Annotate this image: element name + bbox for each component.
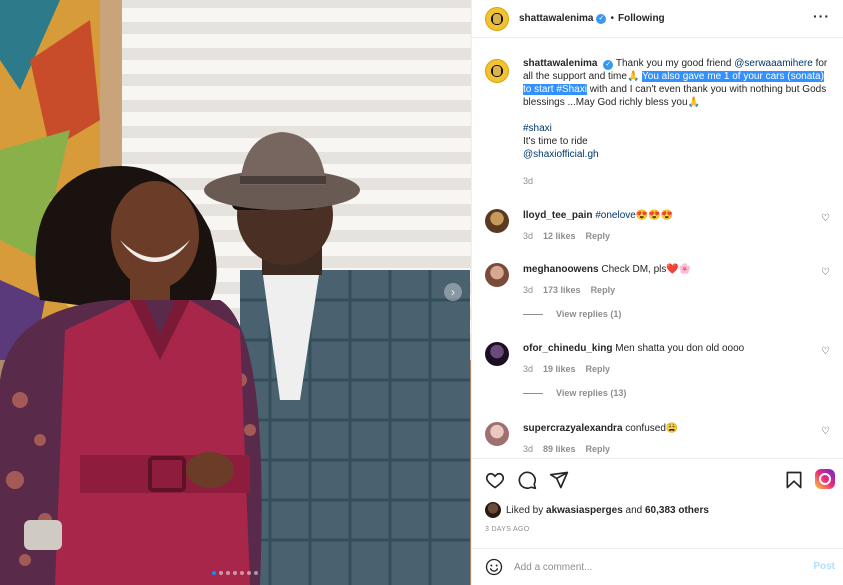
comment-body: Check DM, pls	[601, 264, 667, 275]
comment-time[interactable]: 3d	[523, 444, 533, 454]
comment-hashtag[interactable]: #onelove	[595, 210, 636, 221]
comment-item: ofor_chinedu_king Men shatta you don old…	[485, 342, 830, 398]
comment-like-heart-icon[interactable]: ♡	[821, 267, 830, 278]
add-comment-bar: Post	[472, 548, 843, 585]
comment-likes[interactable]: 19 likes	[543, 364, 576, 374]
caption-avatar[interactable]	[485, 59, 509, 83]
comment-time[interactable]: 3d	[523, 285, 533, 295]
post-comment-button[interactable]: Post	[813, 561, 835, 572]
reply-button[interactable]: Reply	[591, 285, 616, 295]
author-avatar[interactable]	[485, 6, 509, 31]
verified-badge-icon: ✓	[603, 60, 614, 70]
liked-by-count[interactable]: 60,383 others	[645, 505, 709, 516]
carousel-dot	[240, 571, 244, 575]
commenter-avatar[interactable]	[485, 209, 509, 233]
liked-by-and: and	[625, 504, 643, 516]
comment-body: confused	[625, 423, 666, 434]
view-replies-button[interactable]: View replies (1)	[523, 309, 830, 319]
post-side-panel: shattawalenima ✓ • Following ··· shattaw…	[471, 0, 843, 585]
commenter-username[interactable]: meghanoowens	[523, 264, 599, 275]
reply-button[interactable]: Reply	[586, 231, 611, 241]
bookmark-icon[interactable]	[784, 470, 804, 490]
carousel-dots	[212, 571, 258, 575]
commenter-username[interactable]: lloyd_tee_pain	[523, 210, 592, 221]
comment-text: lloyd_tee_pain #onelove😍😍😍	[523, 209, 830, 222]
carousel-next-button[interactable]: ›	[444, 283, 462, 301]
comment-like-heart-icon[interactable]: ♡	[821, 426, 830, 437]
more-horizontal-icon[interactable]: ···	[813, 9, 830, 23]
paper-plane-icon[interactable]	[549, 470, 569, 490]
caption-text: shattawalenima ✓ Thank you my good frien…	[523, 57, 835, 161]
post-caption: shattawalenima ✓ Thank you my good frien…	[485, 57, 835, 186]
post-actions: Liked by akwasiasperges and 60,383 other…	[472, 458, 843, 548]
action-icons	[485, 470, 569, 490]
comment-body: Men shatta you don old oooo	[615, 343, 745, 354]
comment-time[interactable]: 3d	[523, 364, 533, 374]
caption-mention-2[interactable]: @shaxiofficial.gh	[523, 149, 599, 160]
commenter-username[interactable]: supercrazyalexandra	[523, 423, 623, 434]
comment-emoji: 😩	[665, 423, 679, 434]
replies-divider	[523, 392, 543, 394]
caption-line-2: It's time to ride	[523, 136, 588, 147]
liked-by: Liked by akwasiasperges and 60,383 other…	[485, 502, 709, 518]
liker-avatar[interactable]	[485, 502, 501, 518]
view-replies-label[interactable]: View replies (1)	[556, 309, 621, 319]
comment-item: lloyd_tee_pain #onelove😍😍😍 3d 12 likes R…	[485, 209, 830, 241]
carousel-dot	[212, 571, 216, 575]
comment-input[interactable]	[514, 561, 794, 573]
comment-text: meghanoowens Check DM, pls❤️🌸	[523, 263, 830, 276]
comment-like-heart-icon[interactable]: ♡	[821, 346, 830, 357]
reply-button[interactable]: Reply	[586, 444, 611, 454]
post-photo[interactable]: ›	[0, 0, 471, 585]
comment-text: supercrazyalexandra confused😩	[523, 422, 830, 435]
carousel-dot	[247, 571, 251, 575]
replies-divider	[523, 313, 543, 315]
post-header: shattawalenima ✓ • Following ···	[472, 0, 843, 38]
carousel-dot	[219, 571, 223, 575]
comments-scroll-area[interactable]: shattawalenima ✓ Thank you my good frien…	[472, 39, 843, 458]
caption-username[interactable]: shattawalenima	[523, 58, 597, 69]
comment-likes[interactable]: 173 likes	[543, 285, 581, 295]
comment-meta: 3d 19 likes Reply	[523, 364, 830, 374]
carousel-dot	[233, 571, 237, 575]
caption-mention-1[interactable]: @serwaaamihere	[734, 58, 813, 69]
author-username[interactable]: shattawalenima	[519, 13, 593, 24]
view-replies-button[interactable]: View replies (13)	[523, 388, 830, 398]
caption-timestamp[interactable]: 3d	[523, 176, 835, 186]
following-button[interactable]: Following	[618, 13, 665, 24]
caption-part-1: Thank you my good friend	[615, 58, 735, 69]
comment-emoji: ❤️🌸	[666, 264, 692, 275]
heart-icon[interactable]	[485, 470, 505, 490]
app-badge-icon[interactable]	[815, 469, 835, 489]
header-separator: •	[610, 13, 614, 24]
comment-likes[interactable]: 12 likes	[543, 231, 576, 241]
comment-time[interactable]: 3d	[523, 231, 533, 241]
comment-meta: 3d 173 likes Reply	[523, 285, 830, 295]
liked-by-user[interactable]: akwasiasperges	[546, 505, 623, 516]
carousel-dot	[254, 571, 258, 575]
view-replies-label[interactable]: View replies (13)	[556, 388, 626, 398]
commenter-username[interactable]: ofor_chinedu_king	[523, 343, 612, 354]
emoji-icon[interactable]	[485, 558, 503, 576]
comment-like-heart-icon[interactable]: ♡	[821, 213, 830, 224]
verified-badge-icon: ✓	[596, 13, 607, 24]
commenter-avatar[interactable]	[485, 263, 509, 287]
comment-icon[interactable]	[517, 470, 537, 490]
comment-text: ofor_chinedu_king Men shatta you don old…	[523, 342, 830, 355]
comment-item: meghanoowens Check DM, pls❤️🌸 3d 173 lik…	[485, 263, 830, 319]
post-date[interactable]: 3 DAYS AGO	[485, 526, 530, 533]
liked-by-prefix: Liked by	[506, 504, 544, 516]
caption-hashtag[interactable]: #shaxi	[523, 123, 552, 134]
comment-emoji: 😍😍😍	[635, 210, 674, 221]
comment-meta: 3d 89 likes Reply	[523, 444, 830, 454]
comment-meta: 3d 12 likes Reply	[523, 231, 830, 241]
reply-button[interactable]: Reply	[586, 364, 611, 374]
photo-illustration	[0, 0, 471, 585]
comment-item: supercrazyalexandra confused😩 3d 89 like…	[485, 422, 830, 454]
comment-likes[interactable]: 89 likes	[543, 444, 576, 454]
commenter-avatar[interactable]	[485, 342, 509, 366]
carousel-dot	[226, 571, 230, 575]
commenter-avatar[interactable]	[485, 422, 509, 446]
